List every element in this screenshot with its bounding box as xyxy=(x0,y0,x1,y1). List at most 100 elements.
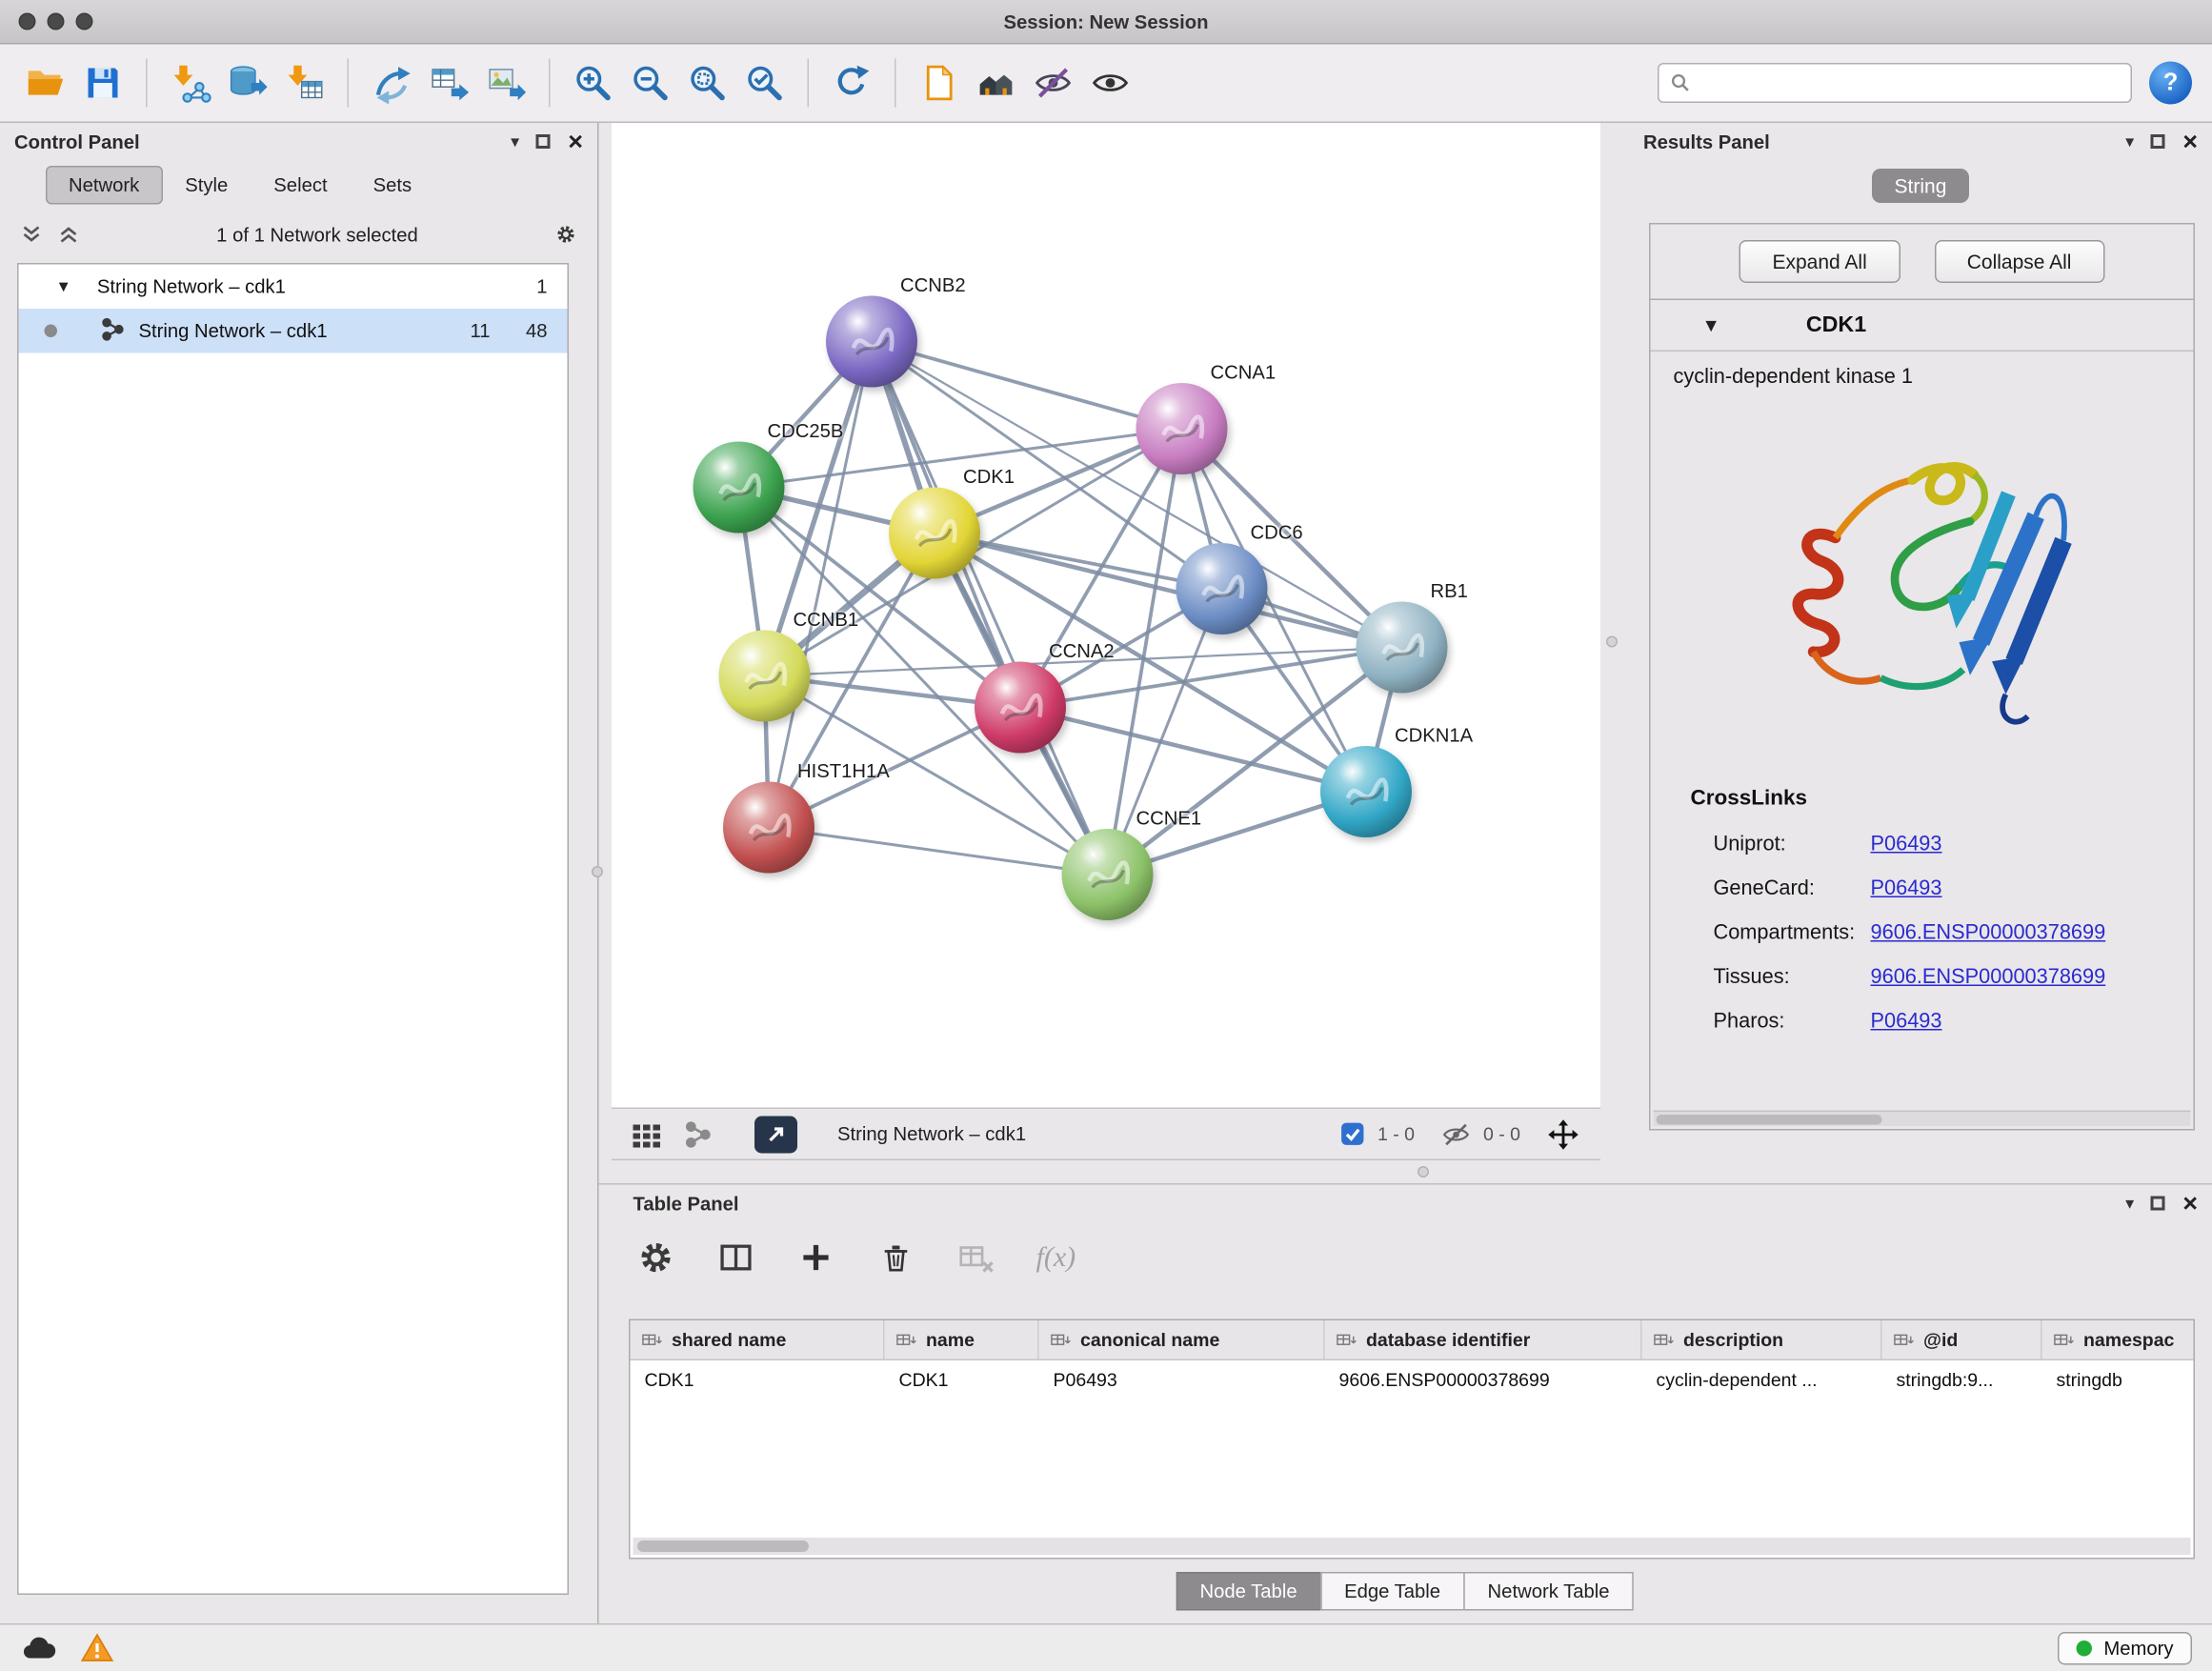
panel-float-icon[interactable] xyxy=(2151,134,2165,149)
crosslink-link[interactable]: 9606.ENSP00000378699 xyxy=(1871,965,2106,988)
grid-view-icon[interactable] xyxy=(632,1118,663,1150)
network-node-CDC25B[interactable] xyxy=(694,442,785,534)
tab-network[interactable]: Network xyxy=(46,165,162,204)
toolbar-search[interactable] xyxy=(1658,63,2132,103)
add-column-icon[interactable] xyxy=(796,1238,836,1278)
column-header-shared-name[interactable]: shared name xyxy=(631,1320,885,1359)
network-node-CDC6[interactable] xyxy=(1176,543,1268,634)
column-header-id[interactable]: @id xyxy=(1882,1320,2042,1359)
panel-close-icon[interactable]: × xyxy=(2182,1191,2198,1217)
collapse-all-icon[interactable] xyxy=(20,223,43,246)
network-node-CCNB1[interactable] xyxy=(719,631,811,722)
collapse-all-button[interactable]: Collapse All xyxy=(1934,240,2104,283)
network-edge-CCNB2-HIST1H1A[interactable] xyxy=(769,342,872,828)
duplicate-document-icon[interactable] xyxy=(911,54,968,111)
network-node-CCNE1[interactable] xyxy=(1062,829,1154,920)
column-header-description[interactable]: description xyxy=(1642,1320,1882,1359)
column-header-name[interactable]: name xyxy=(885,1320,1039,1359)
right-splitter-handle[interactable] xyxy=(1606,636,1618,648)
hide-eye-slash-icon[interactable] xyxy=(1025,54,1082,111)
network-node-CCNA2[interactable] xyxy=(975,662,1066,754)
import-network-file-icon[interactable] xyxy=(162,54,219,111)
network-node-RB1[interactable] xyxy=(1357,602,1448,694)
cell-canonical-name[interactable]: P06493 xyxy=(1039,1369,1325,1391)
zoom-fit-icon[interactable] xyxy=(679,54,736,111)
refresh-layout-icon[interactable] xyxy=(823,54,880,111)
table-horizontal-scrollbar[interactable] xyxy=(633,1538,2191,1555)
traffic-light-zoom[interactable] xyxy=(76,13,93,30)
zoom-out-icon[interactable] xyxy=(622,54,679,111)
crosslink-link[interactable]: P06493 xyxy=(1871,833,1942,856)
network-node-CCNB2[interactable] xyxy=(826,296,917,388)
traffic-light-close[interactable] xyxy=(19,13,36,30)
hidden-eye-slash-icon[interactable] xyxy=(1440,1118,1472,1150)
cell-description[interactable]: cyclin-dependent ... xyxy=(1642,1369,1882,1391)
network-node-CCNA1[interactable] xyxy=(1136,383,1228,474)
crosslink-link[interactable]: 9606.ENSP00000378699 xyxy=(1871,921,2106,944)
open-in-browser-icon[interactable] xyxy=(754,1116,797,1153)
network-options-gear-icon[interactable] xyxy=(554,223,577,246)
network-node-CDK1[interactable] xyxy=(889,488,980,579)
network-edge-CCNB2-CCNA1[interactable] xyxy=(872,342,1182,430)
tree-collapse-icon[interactable]: ▼ xyxy=(56,278,71,295)
network-edge-CCNB2-CCNE1[interactable] xyxy=(872,342,1108,876)
tab-style[interactable]: Style xyxy=(162,165,251,204)
delete-column-icon[interactable] xyxy=(876,1238,916,1278)
show-columns-icon[interactable] xyxy=(716,1238,756,1278)
traffic-light-minimize[interactable] xyxy=(48,13,65,30)
network-node-HIST1H1A[interactable] xyxy=(723,782,814,874)
cell-name[interactable]: CDK1 xyxy=(885,1369,1039,1391)
table-settings-gear-icon[interactable] xyxy=(636,1238,676,1278)
tab-network-table[interactable]: Network Table xyxy=(1463,1572,1634,1611)
open-session-icon[interactable] xyxy=(17,54,74,111)
help-icon[interactable]: ? xyxy=(2149,62,2192,105)
move-pan-icon[interactable] xyxy=(1546,1117,1580,1151)
save-session-icon[interactable] xyxy=(74,54,131,111)
column-header-database-identifier[interactable]: database identifier xyxy=(1325,1320,1642,1359)
tab-select[interactable]: Select xyxy=(251,165,350,204)
string-results-tab[interactable]: String xyxy=(1872,169,1970,203)
show-eye-icon[interactable] xyxy=(1082,54,1139,111)
warning-icon[interactable] xyxy=(80,1632,114,1663)
left-splitter-handle[interactable] xyxy=(592,866,603,877)
panel-float-icon[interactable] xyxy=(2151,1197,2165,1211)
import-table-file-icon[interactable] xyxy=(276,54,333,111)
new-network-arrows-icon[interactable] xyxy=(363,54,420,111)
bottom-splitter-handle[interactable] xyxy=(1418,1166,1429,1178)
network-edge-HIST1H1A-CCNE1[interactable] xyxy=(769,828,1108,876)
tab-node-table[interactable]: Node Table xyxy=(1176,1572,1321,1611)
import-network-database-icon[interactable] xyxy=(219,54,276,111)
cell-namespace[interactable]: stringdb xyxy=(2042,1369,2194,1391)
table-row[interactable]: CDK1 CDK1 P06493 9606.ENSP00000378699 cy… xyxy=(631,1360,2194,1399)
houses-overview-icon[interactable] xyxy=(968,54,1025,111)
tab-sets[interactable]: Sets xyxy=(351,165,435,204)
panel-float-icon[interactable] xyxy=(536,134,551,149)
results-horizontal-scrollbar[interactable] xyxy=(1654,1111,2191,1127)
panel-menu-icon[interactable]: ▾ xyxy=(2125,1195,2134,1212)
expand-all-icon[interactable] xyxy=(57,223,80,246)
zoom-in-icon[interactable] xyxy=(565,54,622,111)
crosslink-link[interactable]: P06493 xyxy=(1871,1010,1942,1033)
search-input[interactable] xyxy=(1699,72,2120,94)
cell-id[interactable]: stringdb:9... xyxy=(1882,1369,2042,1391)
memory-button[interactable]: Memory xyxy=(2058,1632,2192,1665)
protein-entry-header[interactable]: ▼ CDK1 xyxy=(1651,300,2194,352)
cell-database-identifier[interactable]: 9606.ENSP00000378699 xyxy=(1325,1369,1642,1391)
cloud-icon[interactable] xyxy=(20,1632,57,1663)
selected-checkbox-icon[interactable] xyxy=(1338,1120,1366,1148)
network-collection-row[interactable]: ▼ String Network – cdk1 1 xyxy=(19,265,568,310)
expand-all-button[interactable]: Expand All xyxy=(1739,240,1900,283)
share-network-icon[interactable] xyxy=(683,1119,712,1148)
crosslink-link[interactable]: P06493 xyxy=(1871,876,1942,899)
zoom-selected-icon[interactable] xyxy=(736,54,794,111)
network-row-selected[interactable]: String Network – cdk1 11 48 xyxy=(19,309,568,353)
panel-close-icon[interactable]: × xyxy=(2182,129,2198,154)
tab-edge-table[interactable]: Edge Table xyxy=(1320,1572,1465,1611)
panel-menu-icon[interactable]: ▾ xyxy=(2125,133,2134,151)
network-from-table-icon[interactable] xyxy=(420,54,477,111)
panel-menu-icon[interactable]: ▾ xyxy=(511,133,519,151)
export-image-icon[interactable] xyxy=(477,54,534,111)
panel-close-icon[interactable]: × xyxy=(568,129,583,154)
column-header-canonical-name[interactable]: canonical name xyxy=(1039,1320,1325,1359)
cell-shared-name[interactable]: CDK1 xyxy=(631,1369,885,1391)
